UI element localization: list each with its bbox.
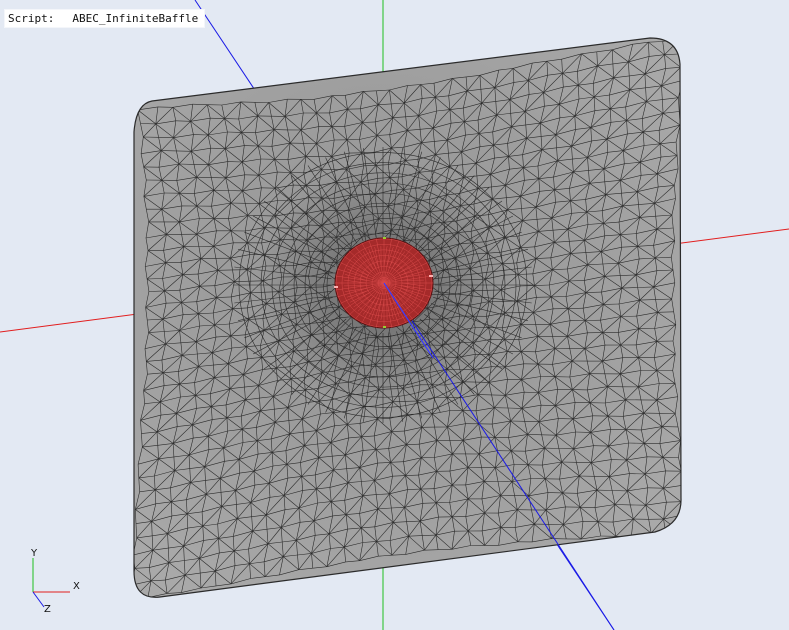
orientation-triad [32,558,70,608]
script-key: Script: [8,12,55,25]
script-value: ABEC_InfiniteBaffle [72,12,199,25]
3d-viewport[interactable] [0,0,789,630]
triad-z-axis [32,591,45,608]
triad-x-label: X [73,581,80,592]
triad-y-label: Y [31,548,38,559]
script-name-label: Script: ABEC_InfiniteBaffle [4,9,206,28]
triad-z-label: Z [44,604,51,615]
